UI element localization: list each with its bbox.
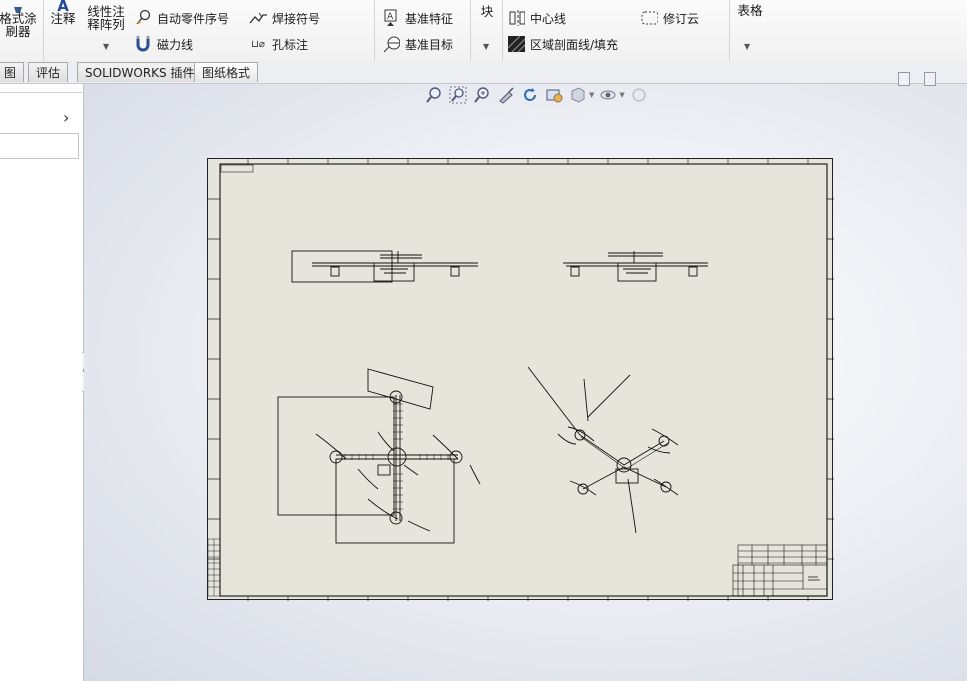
- drawing-sheet[interactable]: [207, 158, 834, 601]
- table-dropdown-icon[interactable]: ▼: [744, 42, 750, 51]
- centerline-icon: [507, 9, 525, 27]
- tab-evaluate[interactable]: 评估: [28, 62, 69, 82]
- centerline-label: 中心线: [530, 11, 567, 26]
- centerline-button[interactable]: 中心线: [507, 9, 566, 27]
- format-painter-button[interactable]: 格式涂 刷器: [0, 4, 38, 38]
- rotate-icon[interactable]: [520, 85, 540, 105]
- magnet-icon: [134, 35, 152, 53]
- note-label: 注释: [50, 11, 76, 26]
- command-ribbon: 格式涂 刷器 A 注释 线性注 释阵列 ▼ 自动零件序号 磁力线 焊接符号 ⊔⌀…: [0, 0, 967, 62]
- datum-feature-icon: A: [382, 9, 400, 27]
- block-label: 块: [480, 4, 494, 19]
- display-style-icon[interactable]: [568, 85, 588, 105]
- linear-note-pattern-label: 线性注 释阵列: [87, 4, 125, 32]
- panel-header-row: [0, 84, 82, 93]
- tab-sketch[interactable]: 图: [0, 62, 25, 82]
- heads-up-view-toolbar: ▼ ▼: [424, 84, 649, 106]
- hide-show-icon[interactable]: [598, 85, 618, 105]
- top-view: [277, 368, 481, 544]
- command-manager-tabs: 图 评估 SOLIDWORKS 插件 图纸格式: [0, 61, 967, 84]
- title-block: [732, 544, 828, 597]
- weld-symbol-button[interactable]: 焊接符号: [249, 9, 320, 27]
- tab-label: 评估: [36, 66, 61, 80]
- zoom-to-area-icon[interactable]: [448, 85, 468, 105]
- auto-balloon-label: 自动零件序号: [157, 11, 230, 26]
- magnet-line-label: 磁力线: [157, 37, 194, 52]
- revision-cloud-icon: [640, 9, 658, 27]
- tab-label: 图: [4, 66, 17, 80]
- front-view: [291, 250, 478, 283]
- graphics-area[interactable]: ▼ ▼: [84, 72, 967, 681]
- datum-feature-label: 基准特征: [405, 11, 454, 26]
- linear-pattern-dropdown-icon[interactable]: ▼: [103, 42, 109, 51]
- ribbon-separator: [470, 0, 471, 61]
- note-button[interactable]: A 注释: [47, 0, 79, 25]
- pan-icon[interactable]: [496, 85, 516, 105]
- ribbon-separator: [502, 0, 503, 61]
- isometric-view: [527, 366, 679, 534]
- auto-balloon-icon: [134, 9, 152, 27]
- ribbon-separator: [43, 0, 44, 61]
- hole-callout-icon: ⊔⌀: [251, 38, 265, 50]
- feature-manager-panel: ›: [0, 84, 84, 681]
- area-hatch-icon: [507, 35, 525, 53]
- table-label: 表格: [737, 3, 763, 18]
- weld-symbol-label: 焊接符号: [272, 11, 321, 26]
- svg-text:A: A: [387, 12, 394, 22]
- side-view: [563, 251, 708, 282]
- appearance-icon[interactable]: [629, 85, 649, 105]
- tab-solidworks-addins[interactable]: SOLIDWORKS 插件: [77, 62, 203, 82]
- auto-balloon-button[interactable]: 自动零件序号: [134, 9, 229, 27]
- weld-symbol-icon: [249, 9, 267, 27]
- previous-view-icon[interactable]: [544, 85, 564, 105]
- tab-label: SOLIDWORKS 插件: [85, 66, 195, 80]
- hole-callout-button[interactable]: ⊔⌀ 孔标注: [249, 35, 308, 53]
- ribbon-separator: [374, 0, 375, 61]
- datum-target-label: 基准目标: [405, 37, 454, 52]
- magnet-line-button[interactable]: 磁力线: [134, 35, 193, 53]
- datum-target-icon: [382, 35, 400, 53]
- hide-show-dropdown-icon[interactable]: ▼: [619, 91, 624, 99]
- area-hatch-label: 区域剖面线/填充: [530, 37, 619, 52]
- chevron-right-icon[interactable]: ›: [63, 108, 69, 127]
- area-hatch-button[interactable]: 区域剖面线/填充: [507, 35, 618, 53]
- tab-label: 图纸格式: [202, 66, 251, 80]
- zoom-in-out-icon[interactable]: [472, 85, 492, 105]
- revision-cloud-button[interactable]: 修订云: [640, 9, 699, 27]
- ribbon-separator: [729, 0, 730, 61]
- restore-view-icon[interactable]: [898, 72, 910, 86]
- format-painter-label: 格式涂 刷器: [0, 11, 37, 39]
- filter-input[interactable]: [0, 133, 79, 159]
- linear-note-pattern-button[interactable]: 线性注 释阵列: [84, 5, 128, 31]
- revision-cloud-label: 修订云: [663, 11, 700, 26]
- drawing-sheet-content: [208, 159, 834, 601]
- tab-sheet-format[interactable]: 图纸格式: [194, 62, 259, 82]
- maximize-view-icon[interactable]: [924, 72, 936, 86]
- datum-target-button[interactable]: 基准目标: [382, 35, 453, 53]
- zoom-to-fit-icon[interactable]: [424, 85, 444, 105]
- display-style-dropdown-icon[interactable]: ▼: [589, 91, 594, 99]
- datum-feature-button[interactable]: A 基准特征: [382, 9, 453, 27]
- block-button[interactable]: 块: [476, 5, 498, 18]
- hole-callout-label: 孔标注: [272, 37, 309, 52]
- table-button[interactable]: 表格: [734, 4, 766, 17]
- block-dropdown-icon[interactable]: ▼: [483, 42, 489, 51]
